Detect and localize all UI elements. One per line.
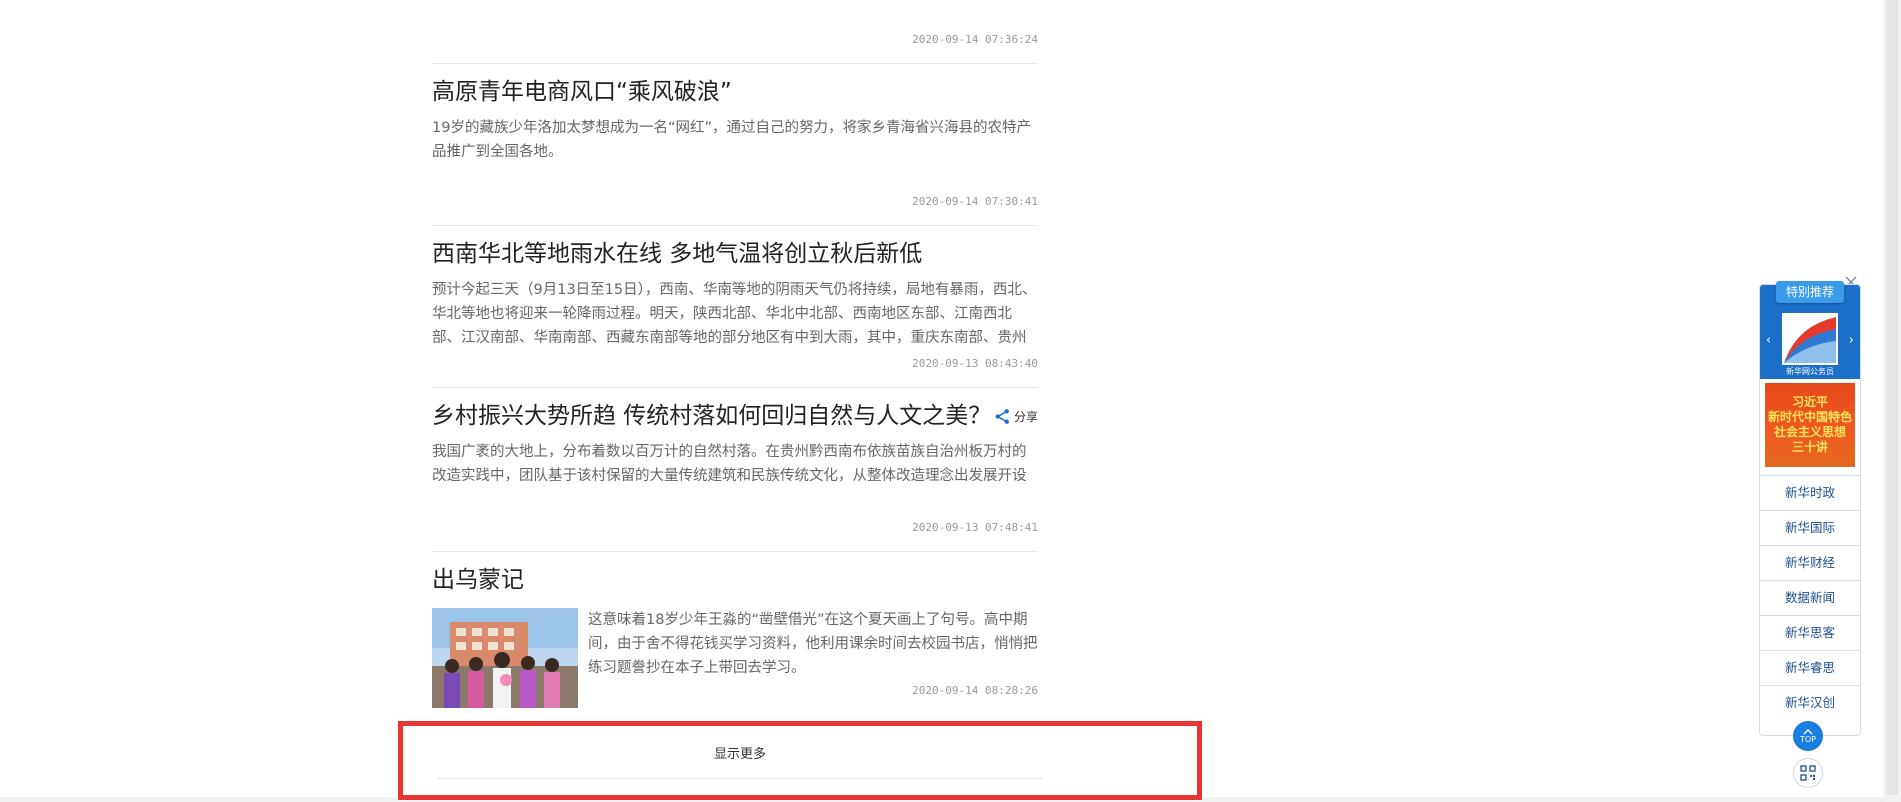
promo-line: 新时代中国特色 — [1767, 410, 1852, 424]
side-links: 新华时政 新华国际 新华财经 数据新闻 新华思客 新华睿思 新华汉创 — [1760, 475, 1860, 720]
news-thumbnail[interactable] — [432, 608, 578, 708]
news-item: 出乌蒙记 这意味着18岁少年王淼的“凿壁借光”在这个夏天画上了句号。高中期间，由… — [432, 551, 1038, 716]
side-link-finance[interactable]: 新华财经 — [1760, 545, 1860, 580]
news-summary: 19岁的藏族少年洛加太梦想成为一名“网红”，通过自己的努力，将家乡青海省兴海县的… — [432, 120, 1031, 160]
promo-line: 社会主义思想 — [1773, 425, 1846, 439]
civil-service-logo-icon — [1782, 313, 1838, 365]
scrollbar-thumb[interactable] — [1887, 0, 1898, 795]
news-time: 2020-09-14 08:28:26 — [912, 684, 1038, 697]
news-time: 2020-09-13 07:48:41 — [912, 521, 1038, 534]
qr-code-button[interactable] — [1793, 758, 1823, 788]
back-to-top-button[interactable]: TOP — [1793, 721, 1823, 751]
promo-line: 习近平 — [1791, 395, 1828, 409]
news-title[interactable]: 高原青年电商风口“乘风破浪” — [432, 76, 732, 108]
share-icon — [995, 409, 1009, 424]
students-photo-icon — [432, 608, 578, 708]
side-panel: 特别推荐 ‹ › 新华网公务员 习近平 新时代中国特色 社会主义思想 三十讲 新… — [1759, 281, 1861, 736]
promo-banner[interactable]: 习近平 新时代中国特色 社会主义思想 三十讲 — [1765, 383, 1855, 467]
side-link-politics[interactable]: 新华时政 — [1760, 475, 1860, 510]
share-button[interactable]: 分享 — [994, 408, 1038, 425]
recommend-tag: 特别推荐 — [1776, 281, 1844, 303]
news-summary: 预计今起三天（9月13日至15日），西南、华南等地的阴雨天气仍将持续，局地有暴雨… — [432, 282, 1037, 346]
show-more-highlight: 显示更多 — [398, 721, 1202, 800]
news-title[interactable]: 乡村振兴大势所趋 传统村落如何回归自然与人文之美？ — [432, 400, 991, 432]
show-more-button[interactable]: 显示更多 — [437, 726, 1043, 779]
side-link-sike[interactable]: 新华思客 — [1760, 615, 1860, 650]
side-link-international[interactable]: 新华国际 — [1760, 510, 1860, 545]
news-time: 2020-09-14 07:36:24 — [912, 33, 1038, 46]
news-title[interactable]: 西南华北等地雨水在线 多地气温将创立秋后新低 — [432, 238, 922, 270]
share-label: 分享 — [1013, 410, 1038, 424]
recommend-logo-text: 新华网公务员 — [1786, 367, 1834, 376]
side-link-ruisi[interactable]: 新华睿思 — [1760, 650, 1860, 685]
side-link-data-news[interactable]: 数据新闻 — [1760, 580, 1860, 615]
recommend-carousel[interactable]: 特别推荐 ‹ › 新华网公务员 — [1760, 281, 1860, 379]
promo-line: 三十讲 — [1791, 440, 1828, 454]
chevron-left-icon[interactable]: ‹ — [1766, 333, 1771, 348]
news-summary: 这意味着18岁少年王淼的“凿壁借光”在这个夏天画上了句号。高中期间，由于舍不得花… — [588, 612, 1038, 676]
news-title[interactable]: 出乌蒙记 — [432, 564, 524, 596]
qr-code-icon — [1800, 765, 1816, 781]
news-time: 2020-09-13 08:43:40 — [912, 357, 1038, 370]
news-summary: 我国广袤的大地上，分布着数以百万计的自然村落。在贵州黔西南布依族苗族自治州板万村… — [432, 444, 1027, 484]
top-label: TOP — [1799, 734, 1816, 744]
chevron-right-icon[interactable]: › — [1849, 333, 1854, 348]
news-item: 西南华北等地雨水在线 多地气温将创立秋后新低 预计今起三天（9月13日至15日）… — [432, 225, 1038, 387]
news-item: 高原青年电商风口“乘风破浪” 19岁的藏族少年洛加太梦想成为一名“网红”，通过自… — [432, 63, 1038, 225]
news-item: 乡村振兴大势所趋 传统村落如何回归自然与人文之美？ 分享 我国广袤的大地上，分布… — [432, 387, 1038, 551]
news-time: 2020-09-14 07:30:41 — [912, 195, 1038, 208]
side-link-hanchuang[interactable]: 新华汉创 — [1760, 685, 1860, 720]
